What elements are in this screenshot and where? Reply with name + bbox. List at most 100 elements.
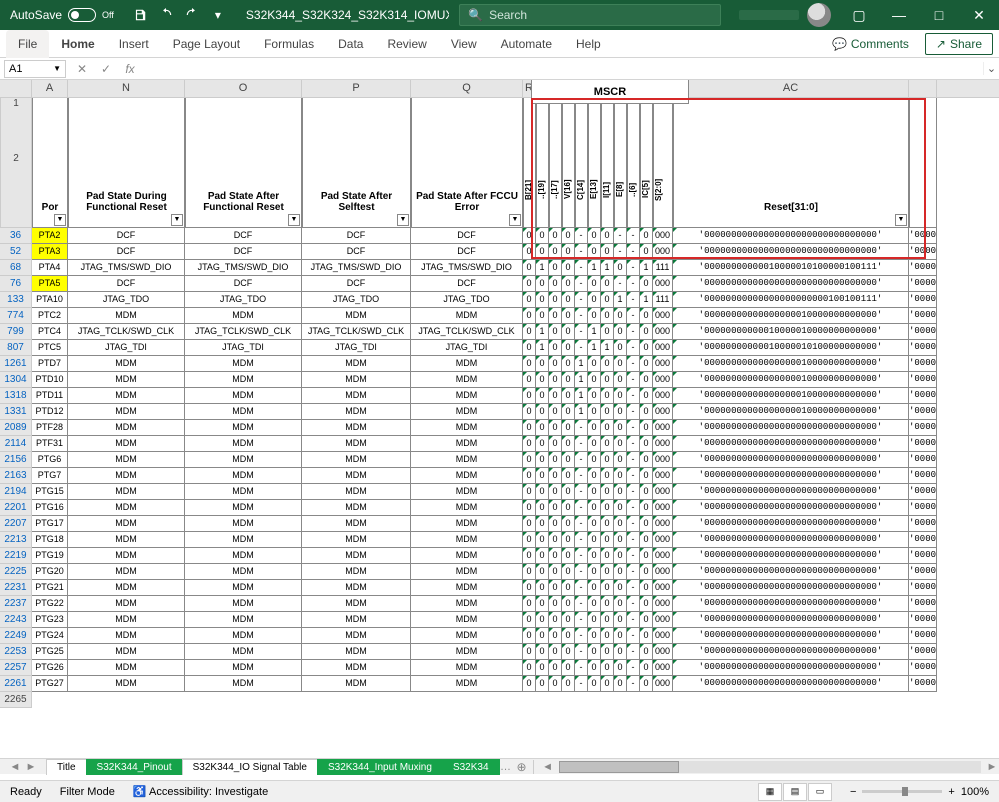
- data-cell[interactable]: MDM: [68, 436, 185, 452]
- bit-cell[interactable]: 1: [575, 356, 588, 372]
- bit-cell[interactable]: 0: [549, 484, 562, 500]
- bit-cell[interactable]: 0: [536, 468, 549, 484]
- bit-cell[interactable]: 000: [653, 644, 673, 660]
- bit-cell[interactable]: 0: [601, 580, 614, 596]
- bit-cell[interactable]: 0: [549, 548, 562, 564]
- bit-cell[interactable]: 1: [588, 260, 601, 276]
- bit-cell[interactable]: 000: [653, 404, 673, 420]
- data-cell[interactable]: MDM: [68, 612, 185, 628]
- column-header[interactable]: A: [32, 80, 68, 97]
- bit-cell[interactable]: 0: [562, 452, 575, 468]
- bit-cell[interactable]: -: [575, 244, 588, 260]
- bit-cell[interactable]: 0: [562, 548, 575, 564]
- bit-cell[interactable]: 0: [640, 468, 653, 484]
- normal-view-icon[interactable]: ▦: [758, 783, 782, 801]
- bit-cell[interactable]: 0: [614, 596, 627, 612]
- bit-cell[interactable]: -: [627, 420, 640, 436]
- data-cell[interactable]: DCF: [185, 244, 302, 260]
- overflow-cell[interactable]: '00000: [909, 260, 937, 276]
- data-cell[interactable]: MDM: [411, 420, 523, 436]
- reset-cell[interactable]: '00000000000000000000000000000000': [673, 484, 909, 500]
- status-accessibility[interactable]: ♿ Accessibility: Investigate: [133, 785, 268, 798]
- bit-cell[interactable]: -: [627, 436, 640, 452]
- bit-cell[interactable]: 0: [549, 596, 562, 612]
- data-cell[interactable]: MDM: [411, 532, 523, 548]
- sheet-tab[interactable]: S32K344_Input Muxing: [317, 759, 443, 775]
- bit-cell[interactable]: 0: [549, 580, 562, 596]
- bit-cell[interactable]: -: [575, 500, 588, 516]
- row-number[interactable]: 774: [0, 308, 32, 324]
- row-number[interactable]: 76: [0, 276, 32, 292]
- bit-cell[interactable]: 0: [640, 564, 653, 580]
- overflow-cell[interactable]: '00000: [909, 548, 937, 564]
- data-cell[interactable]: DCF: [302, 244, 411, 260]
- bit-cell[interactable]: 0: [614, 564, 627, 580]
- bit-cell[interactable]: 0: [640, 500, 653, 516]
- bit-cell[interactable]: 0: [614, 580, 627, 596]
- bit-cell[interactable]: -: [627, 404, 640, 420]
- bit-cell[interactable]: 0: [601, 404, 614, 420]
- bit-cell[interactable]: 0: [549, 404, 562, 420]
- row-number[interactable]: 1318: [0, 388, 32, 404]
- bit-cell[interactable]: 0: [562, 628, 575, 644]
- data-cell[interactable]: MDM: [68, 484, 185, 500]
- port-cell[interactable]: PTG23: [32, 612, 68, 628]
- bit-cell[interactable]: -: [575, 452, 588, 468]
- data-cell[interactable]: MDM: [68, 580, 185, 596]
- header-cell[interactable]: ..[17]: [549, 98, 562, 228]
- bit-cell[interactable]: 0: [536, 564, 549, 580]
- bit-cell[interactable]: 0: [601, 308, 614, 324]
- bit-cell[interactable]: 1: [601, 340, 614, 356]
- bit-cell[interactable]: 0: [640, 516, 653, 532]
- user-account[interactable]: [731, 3, 839, 27]
- reset-cell[interactable]: '00000000000000000010000000000000': [673, 404, 909, 420]
- bit-cell[interactable]: 000: [653, 532, 673, 548]
- data-cell[interactable]: DCF: [68, 244, 185, 260]
- bit-cell[interactable]: 0: [588, 388, 601, 404]
- bit-cell[interactable]: 0: [549, 676, 562, 692]
- bit-cell[interactable]: -: [627, 372, 640, 388]
- column-header[interactable]: O: [185, 80, 302, 97]
- bit-cell[interactable]: 0: [588, 436, 601, 452]
- data-cell[interactable]: MDM: [185, 356, 302, 372]
- bit-cell[interactable]: 0: [562, 436, 575, 452]
- bit-cell[interactable]: 0: [523, 436, 536, 452]
- bit-cell[interactable]: 0: [562, 660, 575, 676]
- bit-cell[interactable]: 0: [536, 500, 549, 516]
- port-cell[interactable]: PTD12: [32, 404, 68, 420]
- bit-cell[interactable]: -: [575, 340, 588, 356]
- bit-cell[interactable]: 0: [614, 372, 627, 388]
- bit-cell[interactable]: 0: [588, 308, 601, 324]
- maximize-icon[interactable]: □: [919, 0, 959, 30]
- data-cell[interactable]: JTAG_TCLK/SWD_CLK: [185, 324, 302, 340]
- data-cell[interactable]: MDM: [411, 628, 523, 644]
- bit-cell[interactable]: 0: [536, 484, 549, 500]
- bit-cell[interactable]: 0: [523, 516, 536, 532]
- bit-cell[interactable]: 0: [562, 644, 575, 660]
- data-cell[interactable]: MDM: [185, 628, 302, 644]
- data-cell[interactable]: JTAG_TDO: [185, 292, 302, 308]
- header-cell[interactable]: 12: [0, 98, 32, 228]
- bit-cell[interactable]: 0: [601, 500, 614, 516]
- reset-cell[interactable]: '00000000000010000010100000000000': [673, 340, 909, 356]
- filter-icon[interactable]: ▼: [171, 214, 183, 226]
- bit-cell[interactable]: 0: [536, 676, 549, 692]
- qat-dropdown-icon[interactable]: ▾: [208, 5, 228, 25]
- bit-cell[interactable]: 0: [614, 436, 627, 452]
- bit-cell[interactable]: 1: [614, 292, 627, 308]
- undo-icon[interactable]: [156, 5, 176, 25]
- bit-cell[interactable]: -: [627, 468, 640, 484]
- data-cell[interactable]: MDM: [68, 372, 185, 388]
- bit-cell[interactable]: 0: [601, 660, 614, 676]
- filter-icon[interactable]: ▼: [509, 214, 521, 226]
- bit-cell[interactable]: 0: [523, 468, 536, 484]
- bit-cell[interactable]: 1: [640, 260, 653, 276]
- bit-cell[interactable]: 0: [640, 596, 653, 612]
- bit-cell[interactable]: 0: [562, 516, 575, 532]
- data-cell[interactable]: JTAG_TDO: [302, 292, 411, 308]
- bit-cell[interactable]: 0: [562, 564, 575, 580]
- bit-cell[interactable]: 0: [549, 372, 562, 388]
- bit-cell[interactable]: 0: [549, 532, 562, 548]
- comments-button[interactable]: 💬 Comments: [822, 33, 919, 55]
- bit-cell[interactable]: 0: [562, 532, 575, 548]
